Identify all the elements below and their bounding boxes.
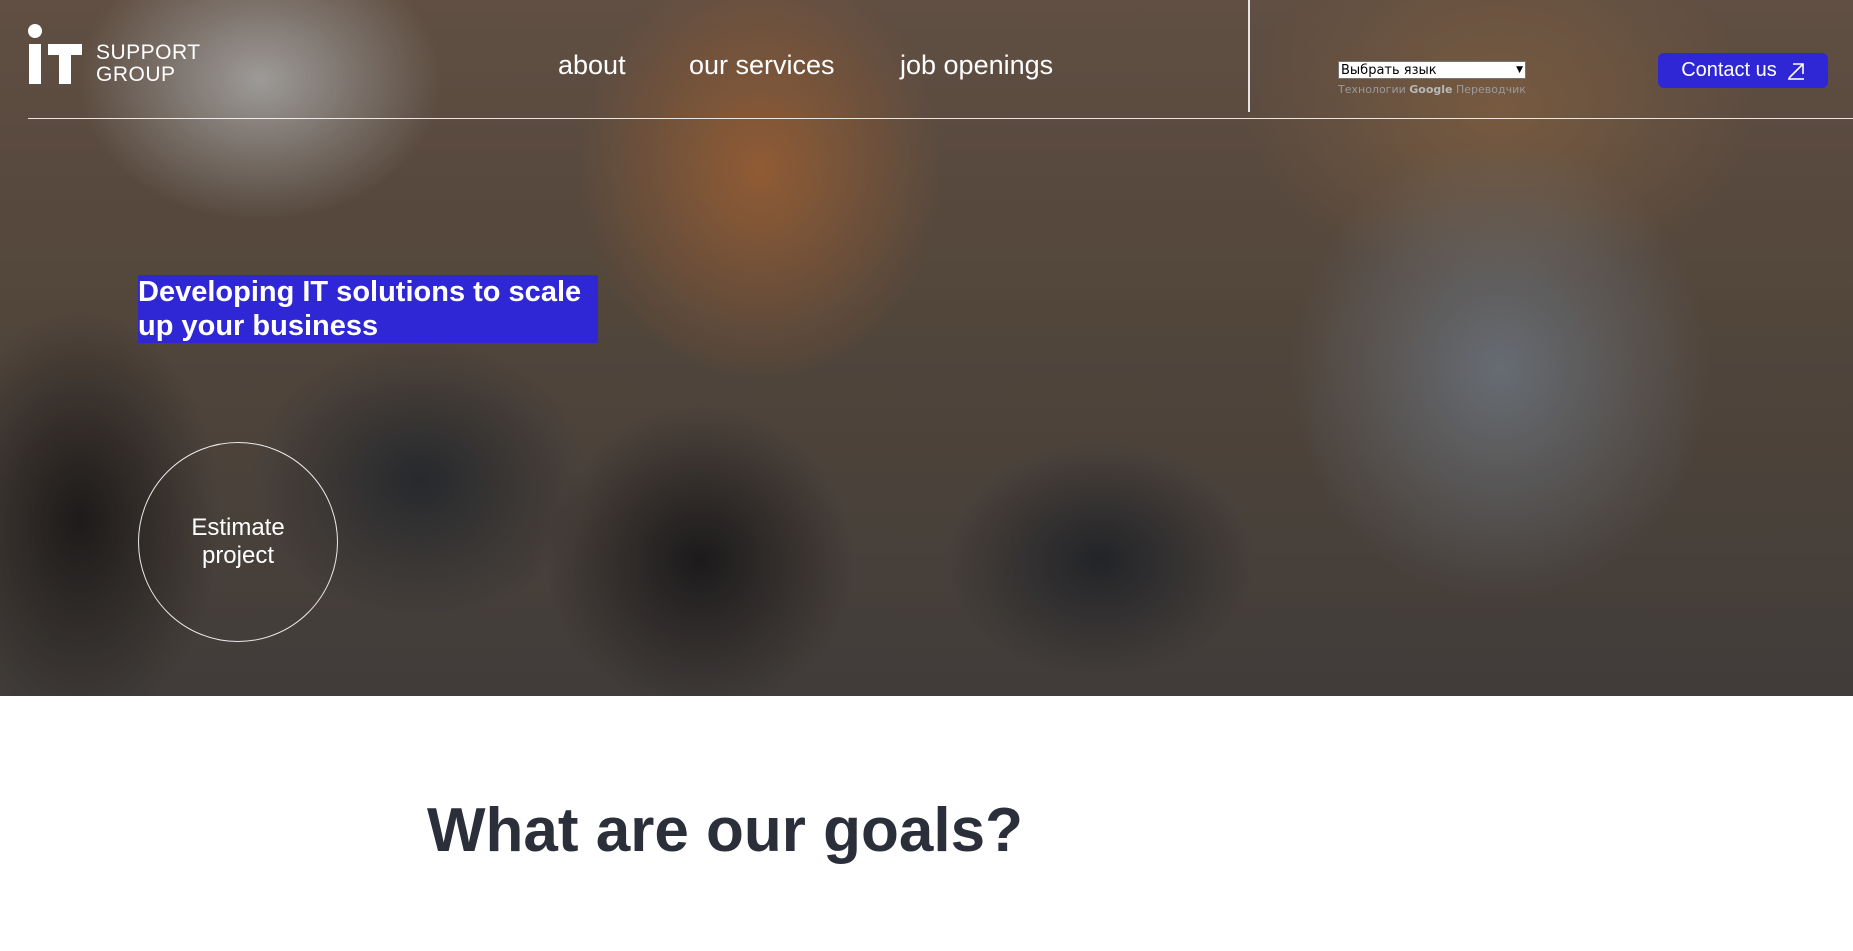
language-select-value: Выбрать язык	[1341, 62, 1437, 78]
hero-section: SUPPORT GROUP about our services job ope…	[0, 0, 1853, 696]
contact-us-label: Contact us	[1681, 59, 1777, 81]
estimate-project-button[interactable]: Estimate project	[138, 442, 338, 642]
nav-about[interactable]: about	[558, 50, 626, 81]
language-select[interactable]: Выбрать язык ▼	[1338, 61, 1526, 79]
logo-text: SUPPORT GROUP	[96, 42, 201, 86]
logo-line-2: GROUP	[96, 63, 176, 86]
chevron-down-icon: ▼	[1516, 65, 1523, 75]
logo-mark	[28, 24, 42, 38]
arrow-up-right-icon	[1787, 62, 1805, 80]
google-translate-credit[interactable]: Технологии Google Переводчик	[1338, 83, 1526, 96]
estimate-label-line-2: project	[201, 542, 275, 569]
estimate-label-line-1: Estimate	[191, 514, 285, 541]
nav-our-services[interactable]: our services	[689, 50, 835, 81]
contact-us-button[interactable]: Contact us	[1658, 53, 1828, 88]
google-logo: Google	[1409, 83, 1453, 96]
hero-headline: Developing IT solutions to scale up your…	[138, 275, 598, 343]
hero-headline-line-2: up your business	[138, 310, 379, 342]
goals-heading: What are our goals?	[427, 796, 1023, 865]
logo-line-1: SUPPORT	[96, 41, 201, 64]
header-divider-horizontal	[28, 118, 1853, 119]
header-divider-vertical	[1248, 0, 1250, 112]
company-logo[interactable]: SUPPORT GROUP	[28, 24, 218, 86]
nav-job-openings[interactable]: job openings	[900, 50, 1053, 81]
hero-headline-line-1: Developing IT solutions to scale	[138, 276, 582, 308]
